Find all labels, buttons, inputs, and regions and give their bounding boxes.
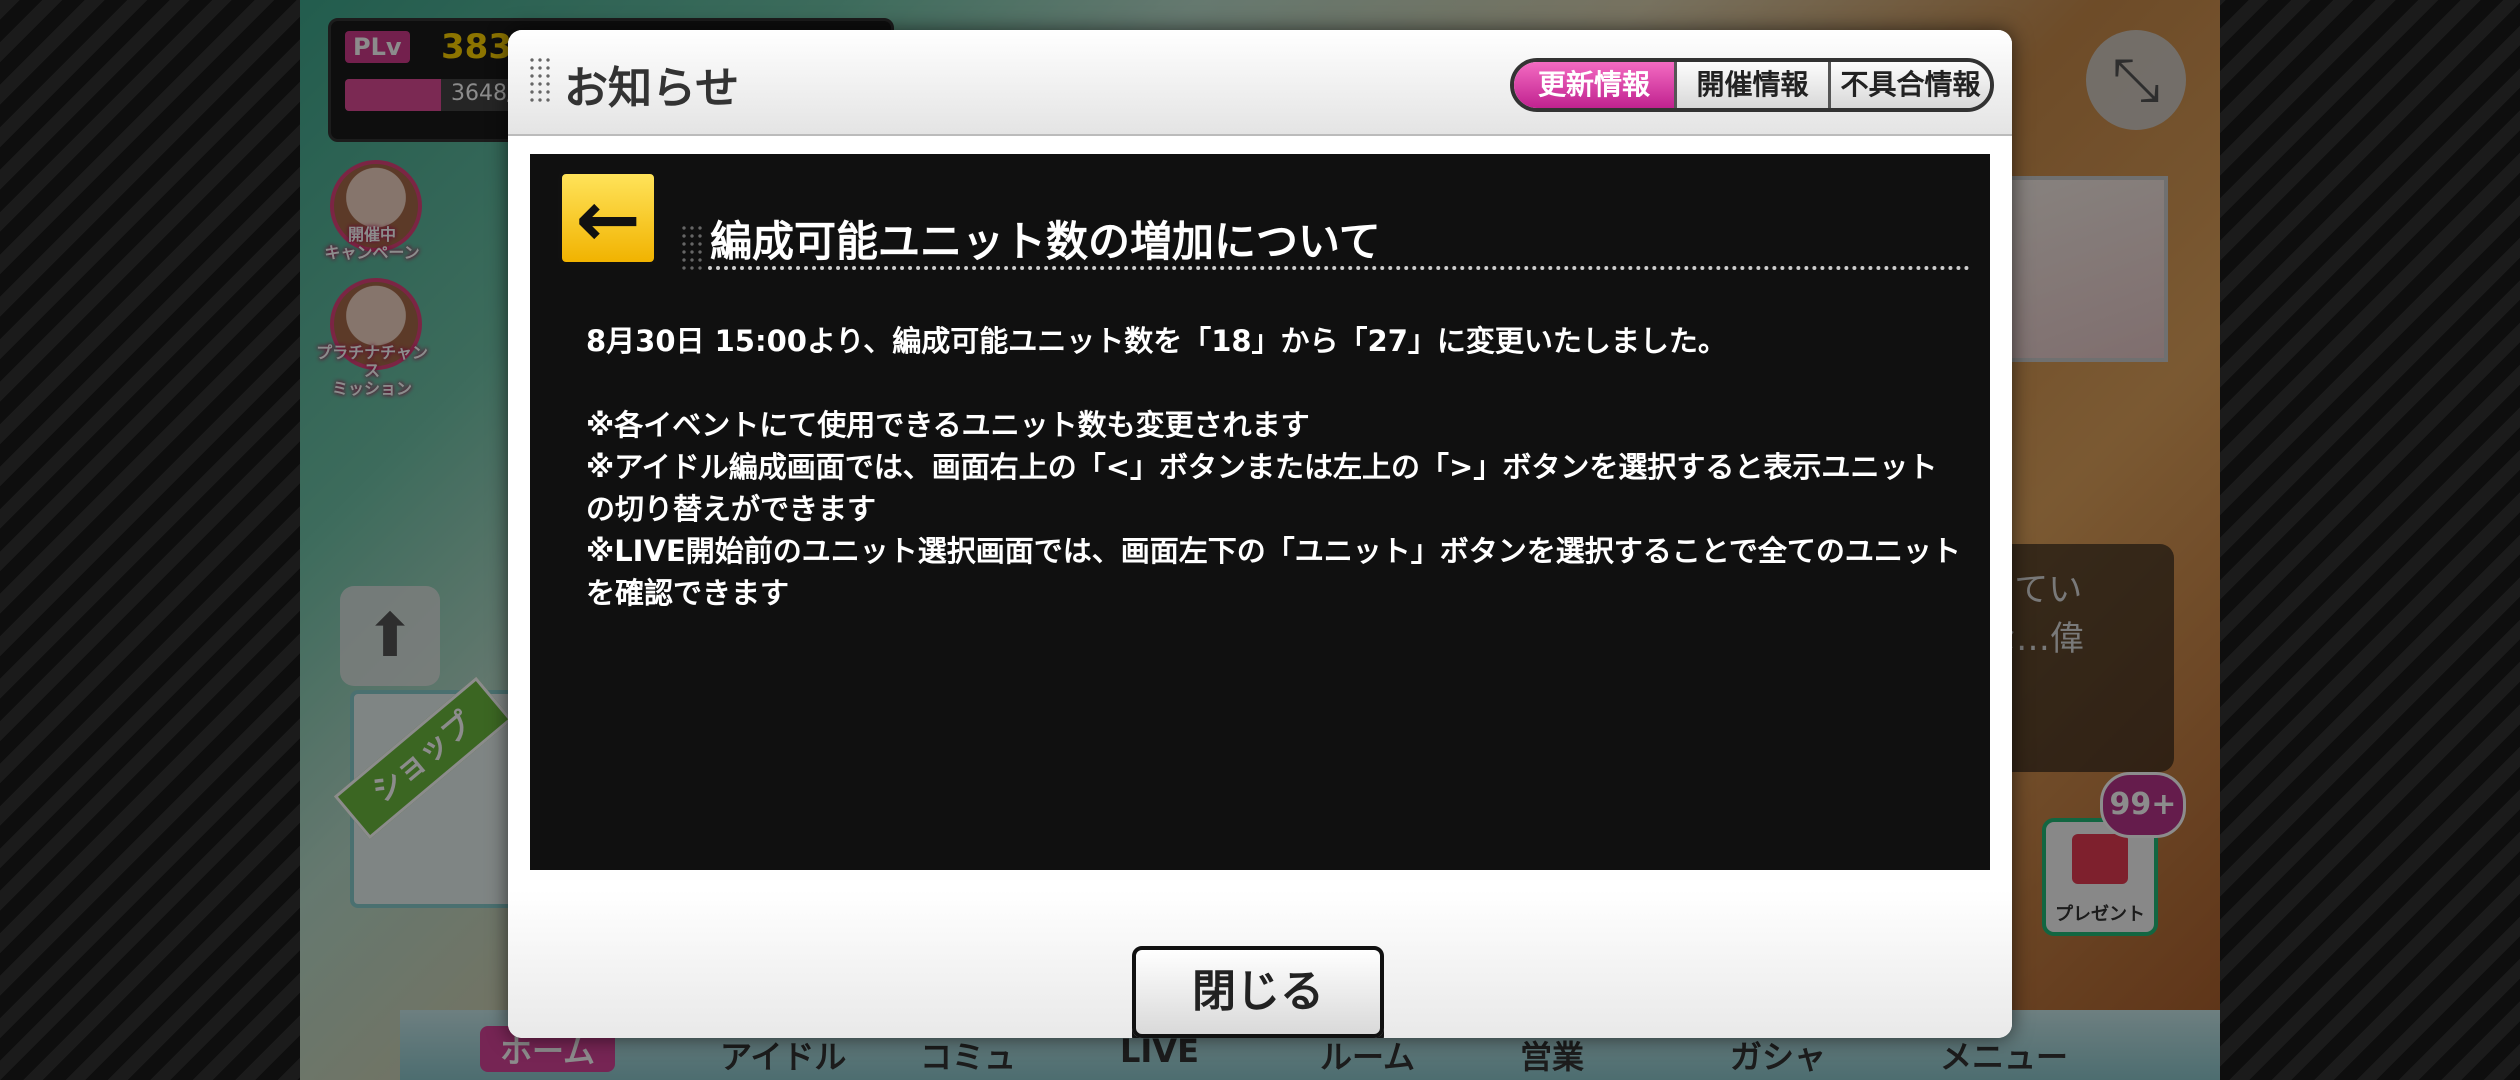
close-button[interactable]: 閉じる [1132,946,1384,1038]
article-blank-line [586,362,1966,404]
article-title: 編成可能ユニット数の増加について [710,217,1381,266]
article-line: 8月30日 15:00より、編成可能ユニット数を「18」から「27」に変更いたし… [586,324,1727,358]
title-dots-decoration [680,224,704,274]
article-line: ※LIVE開始前のユニット選択画面では、画面左下の「ユニット」ボタンを選択するこ… [586,534,1961,610]
article-line: ※各イベントにて使用できるユニット数も変更されます [586,408,1310,442]
tab-event-info[interactable]: 開催情報 [1674,62,1828,108]
tab-bug-info[interactable]: 不具合情報 [1828,62,1990,108]
notice-modal: お知らせ 更新情報 開催情報 不具合情報 ← 編成可能ユニット数の増加について … [508,30,2012,1038]
article-body: 8月30日 15:00より、編成可能ユニット数を「18」から「27」に変更いたし… [586,320,1966,614]
tab-update-info[interactable]: 更新情報 [1514,62,1674,108]
modal-header: お知らせ 更新情報 開催情報 不具合情報 [508,30,2012,136]
modal-footer: 閉じる [508,890,2012,1038]
article-content[interactable]: ← 編成可能ユニット数の増加について 8月30日 15:00より、編成可能ユニッ… [530,154,1990,870]
article-line: ※アイドル編成画面では、画面右上の「<」ボタンまたは左上の「>」ボタンを選択する… [586,450,1938,526]
left-arrow-icon[interactable]: ← [558,170,658,266]
title-underline [708,266,1970,270]
notice-tabs: 更新情報 開催情報 不具合情報 [1510,58,1994,112]
modal-title: お知らせ [564,63,740,114]
header-dots-decoration [528,56,552,104]
